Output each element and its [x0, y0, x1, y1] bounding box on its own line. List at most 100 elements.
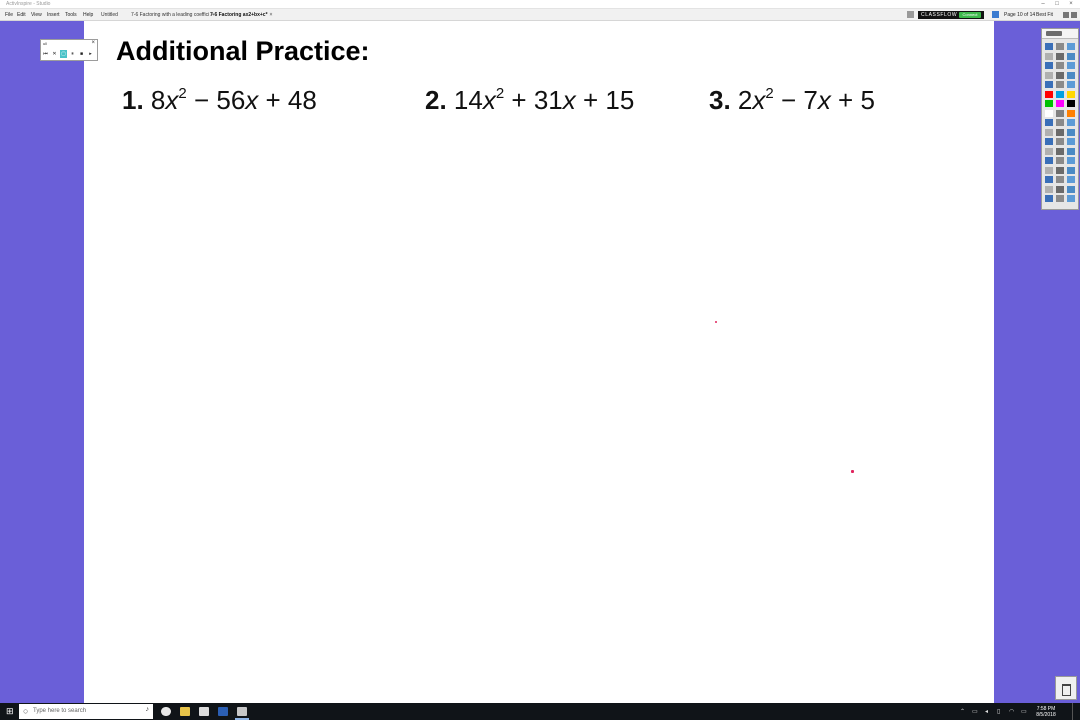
network-icon[interactable]: ▭	[972, 708, 978, 715]
tool-button[interactable]	[1067, 185, 1075, 193]
tool-button[interactable]	[1067, 62, 1075, 69]
presentation-icon[interactable]	[907, 11, 914, 18]
tool-button[interactable]	[1045, 109, 1053, 117]
tab-factoring-leading-coefficient[interactable]: 7-6 Factoring with a leading coeffici ×	[131, 12, 214, 18]
toolbox-grip-icon[interactable]	[1046, 31, 1062, 36]
tool-button[interactable]	[1056, 166, 1064, 174]
rewind-button[interactable]: ⏮	[42, 50, 49, 58]
menu-view[interactable]: View	[31, 12, 42, 18]
tool-button[interactable]	[1056, 90, 1064, 98]
maximize-button[interactable]: □	[1050, 0, 1064, 9]
tool-button[interactable]	[1067, 90, 1075, 98]
tool-button[interactable]	[1056, 71, 1064, 79]
volume-icon[interactable]: ◂	[985, 708, 988, 715]
keyboard-icon[interactable]: ▭	[1021, 708, 1027, 715]
tool-button[interactable]	[1045, 62, 1053, 69]
tool-button[interactable]	[1056, 109, 1064, 117]
menu-tools[interactable]: Tools	[65, 12, 77, 18]
tool-button[interactable]	[1067, 52, 1075, 60]
close-window-button[interactable]: ×	[1064, 0, 1078, 9]
tool-button[interactable]	[1067, 157, 1075, 164]
tab-close-icon[interactable]: ×	[270, 12, 273, 18]
chrome-app-icon[interactable]	[161, 707, 171, 716]
tool-button[interactable]	[1056, 52, 1064, 60]
store-app-icon[interactable]	[199, 707, 209, 716]
stop-button[interactable]: ■	[78, 50, 85, 58]
flipchart-page[interactable]: Additional Practice: 1. 8x2 − 56x + 48 2…	[84, 21, 994, 703]
menu-help[interactable]: Help	[83, 12, 93, 18]
minimize-button[interactable]: –	[1036, 0, 1050, 9]
system-clock[interactable]: 7:58 PM 8/5/2018	[1034, 706, 1058, 718]
variable: x	[245, 85, 259, 115]
menu-insert[interactable]: Insert	[47, 12, 60, 18]
tool-button[interactable]	[1045, 100, 1053, 107]
tool-button[interactable]	[1056, 138, 1064, 145]
tool-button[interactable]	[1056, 100, 1064, 107]
tool-button[interactable]	[1045, 71, 1053, 79]
tool-button[interactable]	[1045, 43, 1053, 50]
tool-button[interactable]	[1067, 147, 1075, 155]
battery-icon[interactable]: ▯	[997, 708, 1000, 715]
play-button[interactable]: ▸	[87, 50, 94, 58]
tool-button[interactable]	[1045, 81, 1053, 88]
tool-button[interactable]	[1056, 119, 1064, 126]
taskbar-search-input[interactable]: ○ Type here to search ♪	[19, 704, 153, 719]
windows-start-icon[interactable]: ⊞	[6, 707, 14, 716]
tab-factoring-ax2-bx-c[interactable]: 7-6 Factoring ax2+bx+c* ×	[210, 12, 272, 18]
tool-button[interactable]	[1045, 185, 1053, 193]
word-app-icon[interactable]	[218, 707, 228, 716]
tool-button[interactable]	[1045, 128, 1053, 136]
tool-button[interactable]	[1056, 62, 1064, 69]
tool-button[interactable]	[1067, 71, 1075, 79]
pause-button[interactable]: ⏸	[69, 50, 76, 58]
tab-untitled[interactable]: Untitled	[101, 12, 118, 18]
tool-button[interactable]	[1045, 195, 1053, 202]
tool-button[interactable]	[1045, 90, 1053, 98]
tool-button[interactable]	[1067, 119, 1075, 126]
tool-button[interactable]	[1045, 176, 1053, 183]
show-desktop-button[interactable]	[1072, 703, 1080, 720]
tool-button[interactable]	[1056, 43, 1064, 50]
expand-icon[interactable]	[1071, 12, 1077, 18]
tool-button[interactable]	[1067, 195, 1075, 202]
select-area-button[interactable]: ▢	[60, 50, 67, 58]
tool-button[interactable]	[1056, 147, 1064, 155]
wifi-icon[interactable]: ◠	[1009, 708, 1014, 715]
tray-chevron-icon[interactable]: ⌃	[960, 708, 965, 715]
tool-button[interactable]	[1067, 128, 1075, 136]
cancel-button[interactable]: ✕	[51, 50, 58, 58]
menu-file[interactable]: File	[5, 12, 13, 18]
tool-button[interactable]	[1045, 157, 1053, 164]
tool-button[interactable]	[1067, 100, 1075, 107]
tool-button[interactable]	[1056, 81, 1064, 88]
tool-button[interactable]	[1045, 138, 1053, 145]
microphone-icon[interactable]: ♪	[146, 706, 150, 713]
tool-button[interactable]	[1056, 195, 1064, 202]
classflow-connect-button[interactable]: Connect	[959, 12, 981, 18]
tool-button[interactable]	[1045, 147, 1053, 155]
tool-button[interactable]	[1056, 157, 1064, 164]
close-icon[interactable]: ×	[91, 40, 95, 46]
trash-can-button[interactable]	[1055, 676, 1077, 700]
zoom-select[interactable]: Best Fit	[1036, 12, 1053, 18]
tool-button[interactable]	[1056, 185, 1064, 193]
tool-button[interactable]	[1067, 138, 1075, 145]
mini-toolbar[interactable]: ull × ⏮ ✕ ▢ ⏸ ■ ▸	[40, 39, 98, 61]
tool-button[interactable]	[1067, 109, 1075, 117]
tool-button[interactable]	[1067, 81, 1075, 88]
tool-button[interactable]	[1067, 166, 1075, 174]
activinspire-app-icon[interactable]	[235, 707, 249, 720]
tool-button[interactable]	[1067, 43, 1075, 50]
tool-button[interactable]	[1056, 176, 1064, 183]
tool-button[interactable]	[1067, 176, 1075, 183]
main-toolbox[interactable]	[1041, 28, 1079, 210]
tool-button[interactable]	[1045, 52, 1053, 60]
tool-button[interactable]	[1056, 128, 1064, 136]
variable: x	[562, 85, 576, 115]
fullscreen-icon[interactable]	[1063, 12, 1069, 18]
file-explorer-icon[interactable]	[180, 707, 190, 716]
tool-button[interactable]	[1045, 119, 1053, 126]
page-browser-icon[interactable]	[992, 11, 999, 18]
tool-button[interactable]	[1045, 166, 1053, 174]
menu-edit[interactable]: Edit	[17, 12, 26, 18]
